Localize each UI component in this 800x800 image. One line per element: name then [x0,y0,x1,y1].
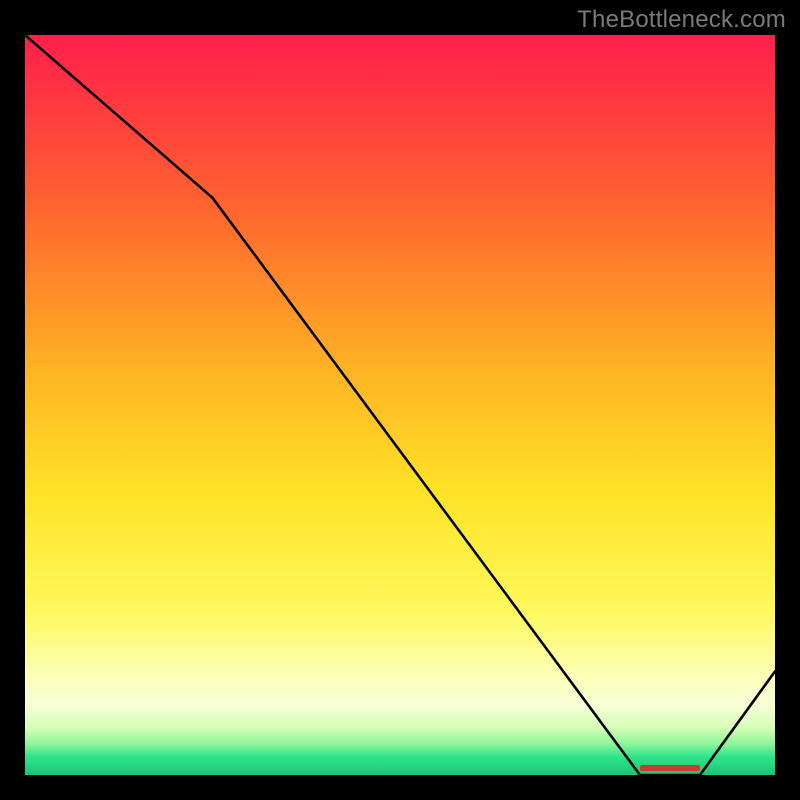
plot-area [22,32,778,778]
optimal-marker-bar [640,765,700,771]
watermark-text: TheBottleneck.com [577,6,786,34]
optimal-marker [640,765,700,771]
chart-frame: TheBottleneck.com [0,0,800,800]
bottleneck-chart [25,35,775,775]
gradient-background [25,35,775,775]
